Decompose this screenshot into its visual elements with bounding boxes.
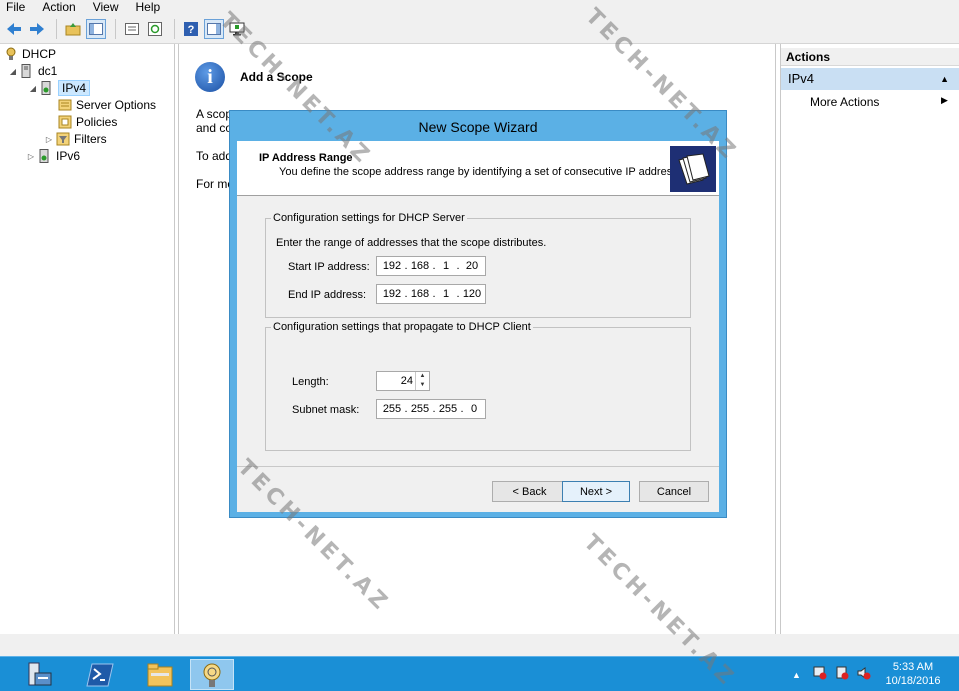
server-options-icon (58, 98, 72, 112)
subnet-mask-label: Subnet mask: (292, 404, 360, 416)
dhcp-icon[interactable] (190, 659, 234, 690)
back-button[interactable]: < Back (492, 481, 567, 502)
collapse-triangle-icon[interactable]: ▲ (940, 68, 949, 90)
help-icon[interactable]: ? (181, 19, 201, 39)
tree-item-ipv6[interactable]: ▷ IPv6 (26, 148, 80, 164)
console-tree: DHCP ◢ dc1 ◢ IPv4 Server Options Policie… (0, 44, 175, 634)
refresh-icon[interactable] (145, 19, 165, 39)
status-bar (0, 634, 959, 656)
new-scope-wizard-dialog: New Scope Wizard IP Address Range You de… (229, 110, 727, 518)
show-hide-tree-icon[interactable] (86, 18, 106, 39)
tree-item-dc1[interactable]: ◢ dc1 (8, 63, 57, 79)
description-line: A scop (196, 107, 233, 121)
toolbar-separator (115, 18, 116, 39)
dhcp-icon (4, 47, 18, 61)
dialog-body: IP Address Range You define the scope ad… (237, 141, 719, 512)
expand-arrow-icon[interactable]: ▷ (26, 152, 36, 161)
next-button[interactable]: Next > (562, 481, 630, 502)
menu-action[interactable]: Action (42, 0, 75, 14)
info-icon: i (195, 62, 225, 92)
start-ip-label: Start IP address: (288, 261, 370, 273)
tree-item-dhcp[interactable]: DHCP (4, 46, 56, 62)
collapse-arrow-icon[interactable]: ◢ (28, 84, 38, 93)
length-label: Length: (292, 376, 329, 388)
taskbar: ▲ 5:33 AM 10/18/2016 (0, 656, 959, 691)
system-tray: ▲ (792, 657, 871, 691)
server-settings-label: Configuration settings for DHCP Server (271, 212, 467, 224)
end-ip-field[interactable]: 192. 168. 1. 120 (376, 284, 486, 304)
show-hidden-icons-icon[interactable]: ▲ (792, 670, 801, 680)
tree-item-server-options[interactable]: Server Options (58, 97, 156, 113)
file-explorer-icon[interactable] (138, 659, 182, 690)
tree-item-ipv4[interactable]: ◢ IPv4 (28, 80, 91, 96)
clock-time: 5:33 AM (892, 661, 934, 673)
clock-date: 10/18/2016 (885, 675, 941, 687)
policies-icon (58, 115, 72, 129)
powershell-icon[interactable] (78, 659, 122, 690)
ipv6-icon (38, 149, 52, 163)
wizard-folders-icon (670, 146, 716, 192)
subnet-mask-field[interactable]: 255. 255. 255. 0 (376, 399, 486, 419)
start-ip-field[interactable]: 192. 168. 1. 20 (376, 256, 486, 276)
button-separator (237, 466, 719, 467)
properties-icon[interactable] (122, 19, 142, 39)
actions-section-ipv4[interactable]: IPv4 ▲ (781, 68, 959, 90)
description-line: and co (196, 121, 233, 135)
submenu-arrow-icon: ▶ (941, 95, 948, 105)
range-description: Enter the range of addresses that the sc… (276, 237, 547, 249)
action-center-icon[interactable] (835, 666, 849, 683)
tree-item-filters[interactable]: ▷ Filters (44, 131, 107, 147)
menu-bar: File Action View Help (0, 0, 959, 14)
tree-item-policies[interactable]: Policies (58, 114, 117, 130)
menu-file[interactable]: File (6, 0, 25, 14)
server-settings-group: Configuration settings for DHCP Server E… (265, 212, 691, 318)
actions-pane: Actions IPv4 ▲ More Actions ▶ (780, 44, 959, 634)
collapse-arrow-icon[interactable]: ◢ (8, 67, 18, 76)
description-line: To add (196, 149, 233, 163)
server-manager-icon[interactable] (18, 659, 62, 690)
expand-arrow-icon[interactable]: ▷ (44, 135, 54, 144)
client-settings-label: Configuration settings that propagate to… (271, 321, 533, 333)
network-error-icon[interactable] (813, 666, 827, 683)
filters-icon (56, 132, 70, 146)
spin-up-icon[interactable]: ▲ (416, 372, 429, 381)
spin-down-icon[interactable]: ▼ (416, 381, 429, 390)
cancel-button[interactable]: Cancel (639, 481, 709, 502)
menu-view[interactable]: View (93, 0, 119, 14)
more-actions-link[interactable]: More Actions (810, 95, 879, 109)
toolbar-separator (174, 18, 175, 39)
client-settings-group: Configuration settings that propagate to… (265, 321, 691, 451)
wizard-page-subtitle: You define the scope address range by id… (279, 166, 693, 178)
length-stepper[interactable]: 24 ▲ ▼ (376, 371, 430, 391)
svg-text:?: ? (188, 24, 195, 36)
back-icon[interactable] (4, 19, 24, 39)
forward-icon[interactable] (27, 19, 47, 39)
clock[interactable]: 5:33 AM 10/18/2016 (878, 660, 948, 688)
toolbar: ? (0, 14, 959, 44)
wizard-header: IP Address Range You define the scope ad… (237, 141, 719, 196)
volume-muted-icon[interactable] (857, 666, 871, 683)
toolbar-separator (56, 18, 57, 39)
wizard-page-title: IP Address Range (259, 152, 353, 164)
server-icon (20, 64, 34, 78)
ipv4-icon (40, 81, 54, 95)
menu-help[interactable]: Help (136, 0, 161, 14)
up-folder-icon[interactable] (63, 19, 83, 39)
end-ip-label: End IP address: (288, 289, 367, 301)
actions-header: Actions (781, 48, 959, 66)
